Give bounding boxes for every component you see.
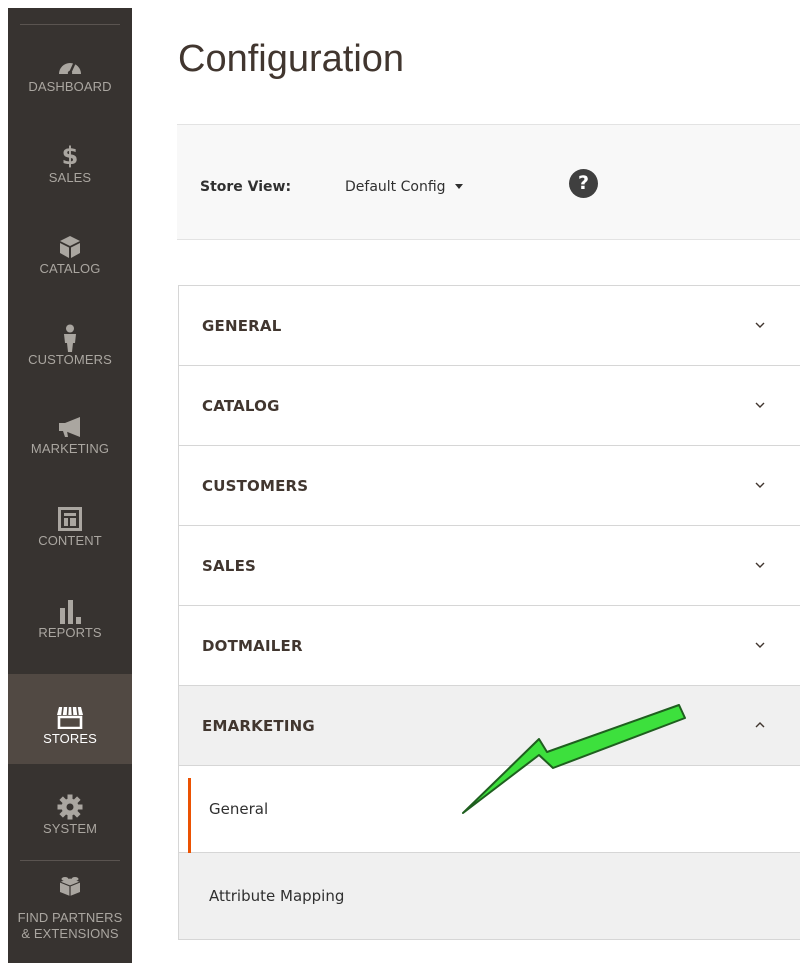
tab-sales[interactable]: SALES — [179, 526, 800, 606]
emarketing-item-attribute-mapping[interactable]: Attribute Mapping — [179, 853, 800, 940]
tab-emarketing[interactable]: EMARKETING — [179, 686, 800, 766]
chevron-down-icon — [755, 322, 765, 328]
lego-brick-icon — [58, 872, 82, 900]
bar-chart-icon — [58, 597, 82, 625]
megaphone-icon — [56, 413, 84, 441]
menu-label: CUSTOMERS — [28, 352, 112, 367]
menu-item-stores[interactable]: STORES — [8, 674, 132, 764]
partners-label: FIND PARTNERS & EXTENSIONS — [18, 910, 123, 942]
menu-label: CATALOG — [39, 261, 101, 276]
menu-item-system[interactable]: SYSTEM — [8, 764, 132, 854]
emarketing-item-general[interactable]: General — [179, 766, 800, 863]
storefront-icon — [56, 703, 84, 731]
menu-item-catalog[interactable]: CATALOG — [8, 204, 132, 294]
chevron-down-icon — [755, 562, 765, 568]
store-view-dropdown[interactable]: Default Config — [345, 179, 463, 195]
store-switcher-bar: Store View: Default Config ? — [177, 124, 800, 240]
menu-label: SALES — [48, 170, 92, 185]
menu-item-reports[interactable]: REPORTS — [8, 568, 132, 658]
menu-label: DASHBOARD — [28, 79, 112, 94]
layout-icon — [58, 505, 82, 533]
menu-item-marketing[interactable]: MARKETING — [8, 384, 132, 474]
store-view-value: Default Config — [345, 179, 446, 195]
chevron-up-icon — [755, 722, 765, 728]
tab-dotmailer[interactable]: DOTMAILER — [179, 606, 800, 686]
chevron-down-icon — [755, 402, 765, 408]
speedometer-icon — [57, 51, 83, 79]
store-view-label: Store View: — [200, 179, 292, 195]
menu-label: SYSTEM — [42, 821, 98, 836]
menu-item-find-partners[interactable]: FIND PARTNERS & EXTENSIONS — [8, 854, 132, 963]
tab-title: CUSTOMERS — [202, 477, 309, 495]
menu-item-sales[interactable]: $ SALES — [8, 113, 132, 203]
tab-title: CATALOG — [202, 397, 280, 415]
tab-general[interactable]: GENERAL — [179, 286, 800, 366]
menu-item-customers[interactable]: CUSTOMERS — [8, 295, 132, 385]
tab-customers[interactable]: CUSTOMERS — [179, 446, 800, 526]
person-icon — [62, 324, 78, 352]
gear-icon — [57, 793, 83, 821]
partners-label-line2: & EXTENSIONS — [21, 926, 119, 941]
tab-title: DOTMAILER — [202, 637, 303, 655]
menu-item-content[interactable]: CONTENT — [8, 476, 132, 566]
menu-item-dashboard[interactable]: DASHBOARD — [8, 22, 132, 112]
menu-label: CONTENT — [38, 533, 102, 548]
admin-menu: DASHBOARD $ SALES CATALOG CUSTOMERS MARK… — [8, 8, 132, 963]
config-tabs: GENERAL CATALOG CUSTOMERS SALES DOTMAILE… — [178, 285, 800, 940]
sub-item-label: Attribute Mapping — [209, 887, 345, 905]
dollar-icon: $ — [62, 142, 79, 170]
page-title: Configuration — [178, 38, 405, 80]
tab-catalog[interactable]: CATALOG — [179, 366, 800, 446]
menu-label: STORES — [43, 731, 97, 746]
help-icon[interactable]: ? — [569, 169, 598, 198]
chevron-down-icon — [755, 642, 765, 648]
chevron-down-icon — [755, 482, 765, 488]
tab-title: SALES — [202, 557, 257, 575]
tab-title: EMARKETING — [202, 717, 315, 735]
caret-down-icon — [454, 184, 463, 189]
tab-title: GENERAL — [202, 317, 282, 335]
menu-label: MARKETING — [30, 441, 110, 456]
menu-label: REPORTS — [38, 625, 102, 640]
box-icon — [59, 233, 81, 261]
partners-label-line1: FIND PARTNERS — [17, 910, 123, 925]
sub-item-label: General — [209, 800, 269, 818]
dollar-glyph: $ — [61, 142, 79, 170]
